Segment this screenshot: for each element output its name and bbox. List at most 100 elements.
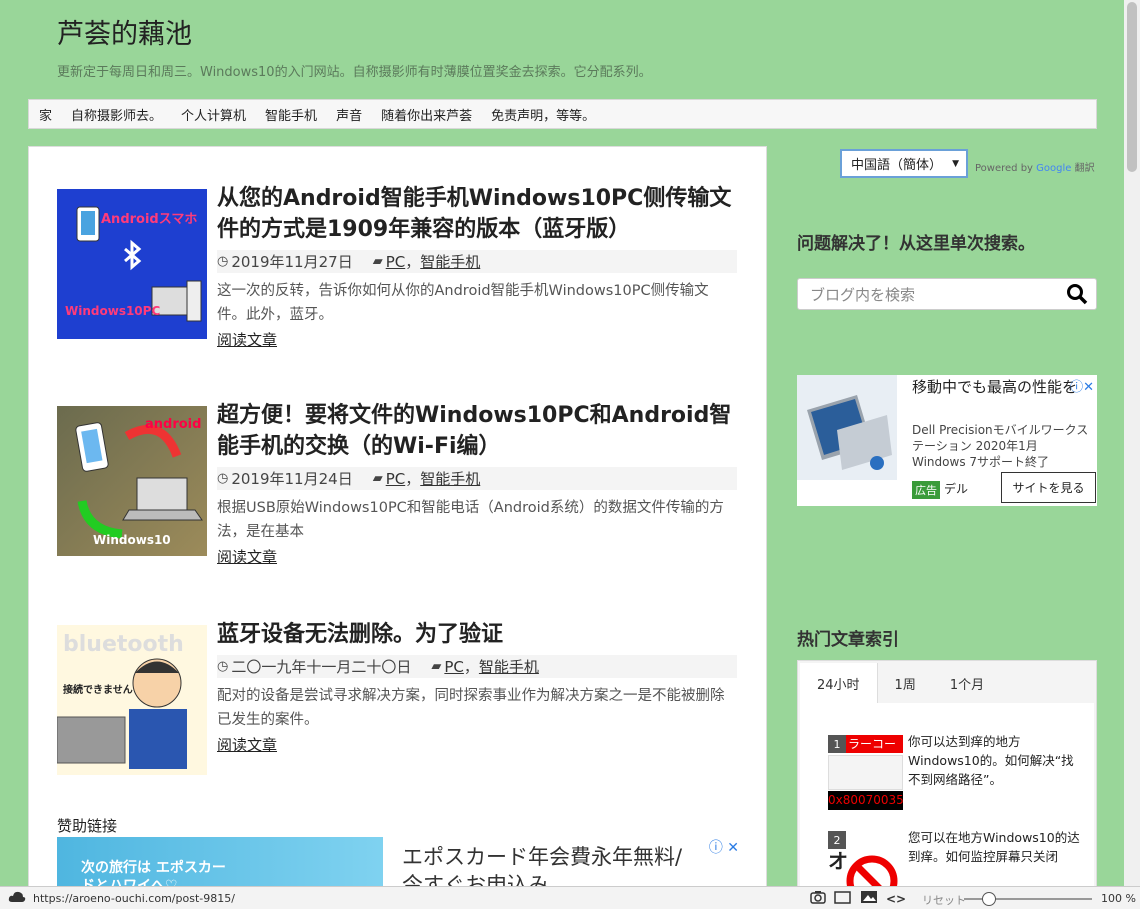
search-input[interactable]: ブログ内を検索 — [810, 284, 915, 305]
powered-by-google[interactable]: Powered by Google 翻訳 — [975, 159, 1095, 174]
sponsor-label: 赞助链接 — [57, 817, 118, 835]
ad-title[interactable]: 移動中でも最高の性能を — [912, 377, 1077, 398]
clock-icon: ◷ — [217, 254, 229, 269]
google-logo: Google — [1036, 163, 1072, 174]
site-header: 芦荟的藕池 更新定于每周日和周三。Windows10的入门网站。自称摄影师有时薄… — [57, 12, 652, 80]
post-thumbnail[interactable]: bluetooth 接続できません — [57, 625, 207, 775]
post-body: 蓝牙设备无法删除。为了验证 ◷ 二〇一九年十一月二十〇日 ▰ PC，智能手机 配… — [217, 619, 737, 755]
search-widget-title: 问题解决了！从这里单次搜索。 — [797, 234, 1035, 254]
post-meta: ◷ 2019年11月27日 ▰ PC，智能手机 — [217, 250, 737, 273]
thumb-text-top: android — [145, 417, 201, 432]
thumb-text-top: bluetooth — [63, 632, 184, 657]
nav-item-smartphone[interactable]: 智能手机 — [265, 105, 317, 124]
site-title[interactable]: 芦荟的藕池 — [57, 12, 652, 51]
category-link-smartphone[interactable]: 智能手机 — [420, 251, 480, 272]
site-description: 更新定于每周日和周三。Windows10的入门网站。自称摄影师有时薄膜位置奖金去… — [57, 65, 652, 80]
nav-item-photographer[interactable]: 自称摄影师去。 — [71, 105, 162, 124]
cloud-icon — [8, 890, 26, 907]
popular-thumbnail[interactable]: ラーコード 0x80070035 1 — [828, 735, 903, 810]
post-date: 2019年11月24日 — [231, 470, 353, 488]
main-nav: 家 自称摄影师去。 个人计算机 智能手机 声音 随着你出来芦荟 免责声明，等等。 — [28, 99, 1097, 129]
zoom-slider-knob[interactable] — [982, 892, 996, 906]
popular-tabs: 24小时 1周 1个月 — [800, 663, 1001, 703]
popular-widget-title: 热门文章索引 — [797, 630, 899, 650]
tab-1week[interactable]: 1周 — [878, 663, 933, 703]
status-url: https://aroeno-ouchi.com/post-9815/ — [33, 892, 235, 905]
popular-posts-widget: 24小时 1周 1个月 ラーコード 0x80070035 1 你可以达到痒的地方… — [797, 660, 1097, 906]
rank-badge: 1 — [828, 735, 846, 753]
zoom-slider[interactable] — [964, 892, 1092, 906]
ad-subtitle: Dell Precisionモバイルワークステーション 2020年1月 Wind… — [912, 423, 1089, 469]
popular-list: ラーコード 0x80070035 1 你可以达到痒的地方Windows10的。如… — [800, 703, 1094, 906]
post-excerpt: 这一次的反转，告诉你如何从你的Android智能手机Windows10PC侧传输… — [217, 283, 709, 323]
category-link-pc[interactable]: PC — [444, 658, 464, 676]
post-thumbnail[interactable]: Androidスマホ Windows10PC — [57, 189, 207, 339]
post-date: 二〇一九年十一月二十〇日 — [231, 658, 412, 676]
ad-info-close-icon[interactable]: ⓘ ✕ — [709, 837, 739, 857]
popular-title[interactable]: 你可以达到痒的地方Windows10的。如何解决“找不到网络路径”。 — [908, 732, 1083, 789]
read-more-link[interactable]: 阅读文章 — [217, 329, 277, 350]
tab-24h[interactable]: 24小时 — [800, 663, 878, 703]
code-icon[interactable]: <> — [886, 892, 906, 906]
ad-text-line1: エポスカード年会費永年無料/ — [402, 845, 683, 869]
post-meta: ◷ 二〇一九年十一月二十〇日 ▰ PC，智能手机 — [217, 655, 737, 678]
ad-badge: 広告 — [912, 481, 940, 499]
post-excerpt: 根据USB原始Windows10PC和智能电话（Android系统）的数据文件传… — [217, 500, 724, 540]
post-body: 超方便！要将文件的Windows10PC和Android智能手机的交换（的Wi-… — [217, 400, 737, 567]
ad-info-close-icon[interactable]: ⓘ✕ — [1070, 376, 1094, 395]
dropdown-arrow-icon: ▼ — [952, 158, 959, 169]
zoom-level: 100 % — [1101, 892, 1136, 905]
ad-advertiser: デル — [944, 482, 969, 496]
camera-icon[interactable] — [810, 890, 826, 907]
sidebar-ad[interactable]: 移動中でも最高の性能を Dell Precisionモバイルワークステーション … — [797, 375, 1097, 506]
post-date: 2019年11月27日 — [231, 253, 353, 271]
nav-item-disclaimer[interactable]: 免责声明，等等。 — [491, 105, 595, 124]
reset-zoom-button[interactable]: リセット — [922, 892, 966, 908]
category-link-smartphone[interactable]: 智能手机 — [479, 656, 539, 677]
status-tools: <> — [810, 890, 906, 907]
read-more-link[interactable]: 阅读文章 — [217, 546, 277, 567]
wifi-transfer-illustration: android Windows10 — [75, 417, 203, 547]
thumb-text-bottom: Windows10PC — [65, 304, 160, 318]
category-link-pc[interactable]: PC — [386, 470, 406, 488]
post-title[interactable]: 从您的Android智能手机Windows10PC侧传输文件的方式是1909年兼… — [217, 183, 737, 245]
ad-laptop-image[interactable] — [797, 375, 897, 480]
powered-suffix: 翻訳 — [1074, 163, 1095, 174]
popular-title[interactable]: 您可以在地方Windows10的达到痒。如何监控屏幕只关闭 — [908, 828, 1083, 866]
folder-icon: ▰ — [431, 659, 442, 674]
post-meta: ◷ 2019年11月24日 ▰ PC，智能手机 — [217, 467, 737, 490]
nav-item-aloe[interactable]: 随着你出来芦荟 — [381, 105, 472, 124]
language-select-value: 中国語（簡体） — [851, 158, 943, 173]
visit-site-button[interactable]: サイトを見る — [1001, 472, 1096, 503]
post-title[interactable]: 超方便！要将文件的Windows10PC和Android智能手机的交换（的Wi-… — [217, 400, 737, 462]
category-link-pc[interactable]: PC — [386, 253, 406, 271]
post-title[interactable]: 蓝牙设备无法删除。为了验证 — [217, 619, 737, 650]
thumb-footer: 0x80070035 — [828, 791, 903, 810]
tab-1month[interactable]: 1个月 — [933, 663, 1001, 703]
bluetooth-error-illustration: bluetooth 接続できません — [57, 632, 187, 769]
bluetooth-transfer-illustration: Androidスマホ Windows10PC — [65, 206, 202, 322]
status-bar: https://aroeno-ouchi.com/post-9815/ <> リ… — [0, 886, 1140, 909]
search-icon[interactable] — [1066, 283, 1088, 309]
main-content: Androidスマホ Windows10PC 从您的Android智能手机Win… — [28, 146, 767, 906]
nav-item-sound[interactable]: 声音 — [336, 105, 362, 124]
thumb-text-top: Androidスマホ — [101, 212, 197, 227]
post-excerpt: 配对的设备是尝试寻求解决方案，同时探索事业作为解决方案之一是不能被删除已发生的案… — [217, 688, 725, 728]
post-thumbnail[interactable]: android Windows10 — [57, 406, 207, 556]
image-icon[interactable] — [860, 890, 878, 907]
folder-icon: ▰ — [372, 471, 383, 486]
read-more-link[interactable]: 阅读文章 — [217, 734, 277, 755]
language-select[interactable]: 中国語（簡体） ▼ — [840, 149, 968, 178]
clock-icon: ◷ — [217, 471, 229, 486]
page-scrollbar[interactable] — [1124, 0, 1140, 886]
scrollbar-thumb[interactable] — [1127, 2, 1137, 172]
nav-item-pc[interactable]: 个人计算机 — [181, 105, 246, 124]
thumb-text-bottom: 接続できません — [63, 683, 133, 696]
post-body: 从您的Android智能手机Windows10PC侧传输文件的方式是1909年兼… — [217, 183, 737, 350]
window-icon[interactable] — [834, 890, 852, 907]
thumb-text-bottom: Windows10 — [93, 533, 171, 547]
search-box[interactable]: ブログ内を検索 — [797, 278, 1097, 310]
rank-badge: 2 — [828, 831, 846, 849]
nav-item-home[interactable]: 家 — [39, 105, 52, 124]
category-link-smartphone[interactable]: 智能手机 — [420, 468, 480, 489]
